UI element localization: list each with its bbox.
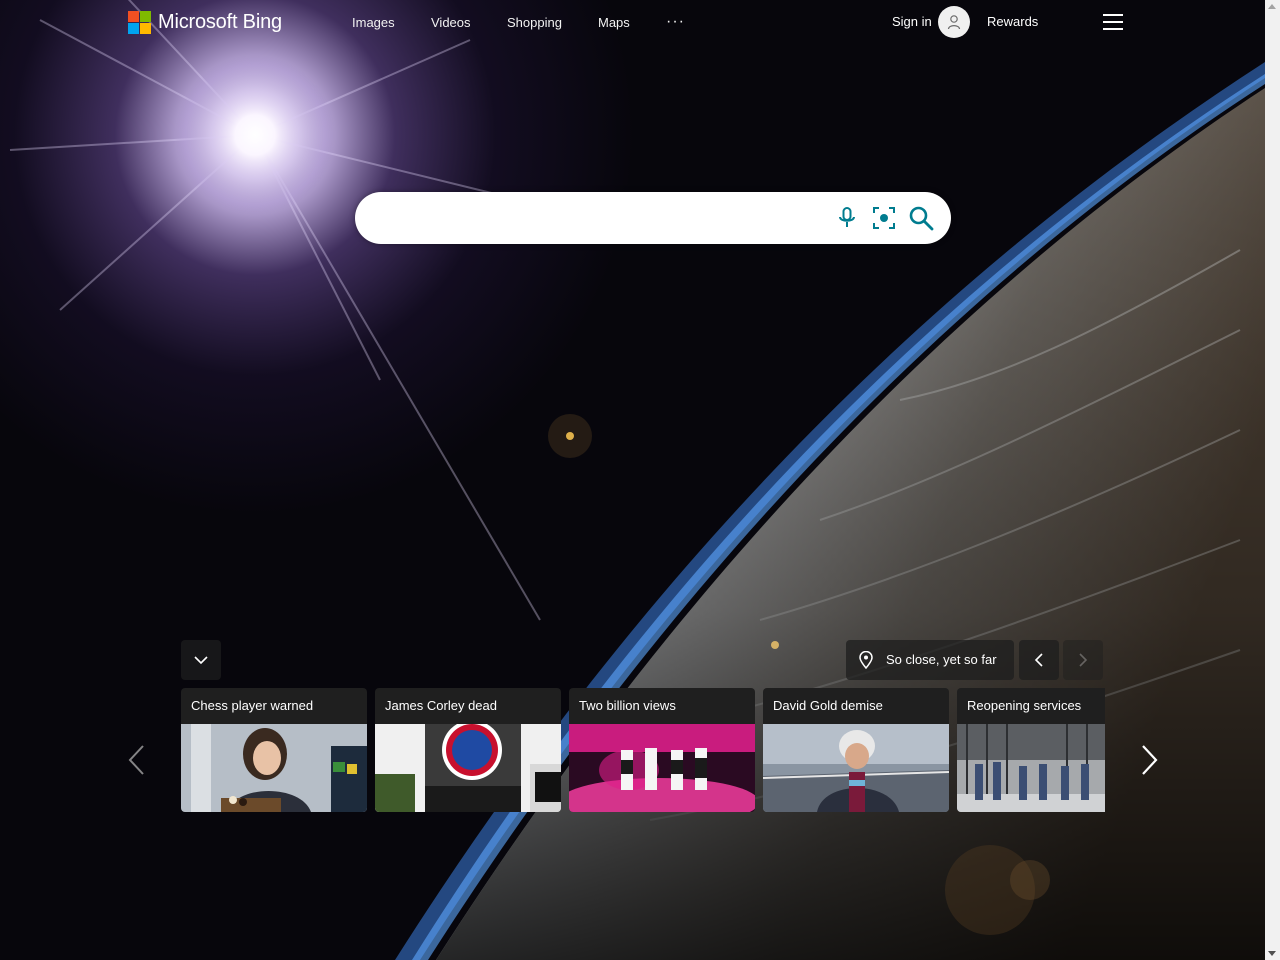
sign-in-link[interactable]: Sign in (892, 14, 932, 29)
previous-image-button[interactable] (1019, 640, 1059, 680)
chevron-down-icon (194, 656, 208, 665)
collapse-feed-button[interactable] (181, 640, 221, 680)
news-carousel: Chess player warned James Corley dead Tw… (181, 688, 1105, 812)
location-pin-icon (859, 651, 873, 669)
scroll-down-arrow-icon[interactable] (1268, 951, 1276, 956)
scroll-up-arrow-icon[interactable] (1268, 4, 1276, 9)
news-card-image (763, 724, 949, 812)
hamburger-menu-icon[interactable] (1103, 14, 1123, 30)
search-input[interactable] (379, 202, 823, 236)
avatar[interactable] (938, 6, 970, 38)
next-image-button[interactable] (1063, 640, 1103, 680)
logo-square-blue (128, 22, 139, 34)
news-card-image (375, 724, 561, 812)
news-card[interactable]: Reopening services (957, 688, 1105, 812)
nav-item-maps[interactable]: Maps (598, 15, 630, 30)
news-card[interactable]: James Corley dead (375, 688, 561, 812)
top-header: Microsoft Bing Images Videos Shopping Ma… (0, 0, 1265, 46)
news-card-title: David Gold demise (773, 698, 883, 713)
news-card-title: Reopening services (967, 698, 1082, 713)
image-info-button[interactable]: So close, yet so far (846, 640, 1014, 680)
news-card-image (181, 724, 367, 812)
news-card-image (957, 724, 1105, 812)
brand-name: Microsoft Bing (158, 10, 282, 33)
news-card-title: Chess player warned (191, 698, 314, 713)
news-card[interactable]: Two billion views (569, 688, 755, 812)
news-card[interactable]: Chess player warned (181, 688, 367, 812)
user-icon (947, 15, 961, 30)
image-location-label: So close, yet so far (886, 652, 997, 667)
hamburger-line (1103, 28, 1123, 30)
hamburger-line (1103, 14, 1123, 16)
logo-square-green (140, 10, 151, 22)
news-card[interactable]: David Gold demise (763, 688, 949, 812)
microphone-icon[interactable] (834, 205, 860, 231)
logo-square-yellow (140, 22, 151, 34)
news-card-image (569, 724, 755, 812)
nav-item-images[interactable]: Images (352, 15, 395, 30)
earth-horizon-illustration (9, 0, 1265, 960)
nav-item-shopping[interactable]: Shopping (507, 15, 562, 30)
news-card-title: Two billion views (579, 698, 676, 713)
visual-search-icon[interactable] (871, 205, 897, 231)
chevron-left-icon (1034, 653, 1043, 667)
bing-logo[interactable]: Microsoft Bing (128, 10, 282, 34)
rewards-link[interactable]: Rewards (987, 14, 1038, 29)
page-scrollbar[interactable] (1265, 0, 1280, 960)
search-icon[interactable] (908, 205, 934, 231)
hamburger-line (1103, 21, 1123, 23)
chevron-right-icon (1079, 653, 1088, 667)
search-box (355, 192, 951, 244)
background-image (0, 0, 1265, 960)
carousel-next-arrow-icon[interactable] (1139, 744, 1159, 776)
news-card-title: James Corley dead (385, 698, 497, 713)
nav-item-videos[interactable]: Videos (431, 15, 471, 30)
microsoft-logo-icon (128, 10, 151, 34)
more-menu-button[interactable]: ··· (666, 13, 685, 31)
carousel-prev-arrow-icon[interactable] (127, 744, 147, 776)
logo-square-red (128, 10, 139, 22)
